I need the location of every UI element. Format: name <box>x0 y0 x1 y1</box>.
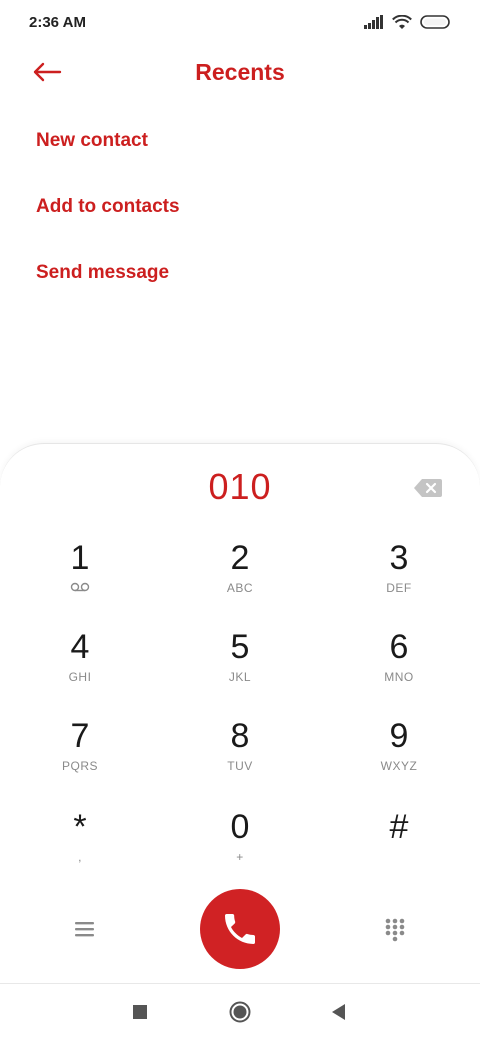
key-5[interactable]: 5 JKL <box>175 628 305 708</box>
key-digit: 9 <box>389 717 409 755</box>
phone-icon <box>225 914 255 944</box>
key-2[interactable]: 2 ABC <box>175 539 305 619</box>
dialed-number: 010 <box>208 466 272 507</box>
key-9[interactable]: 9 WXYZ <box>334 717 464 797</box>
home-circle-icon <box>229 1001 251 1023</box>
key-digit: 1 <box>70 539 90 577</box>
key-digit: 3 <box>389 539 409 577</box>
key-6[interactable]: 6 MNO <box>334 628 464 708</box>
key-1[interactable]: 1 <box>15 539 145 619</box>
add-to-contacts-link[interactable]: Add to contacts <box>36 186 456 252</box>
key-hash[interactable]: # <box>334 808 464 888</box>
key-letters: PQRS <box>61 759 98 773</box>
wifi-icon <box>392 14 412 29</box>
dial-pad-sheet: 010 1 2 ABC 3 DEF 4 GHI 5 JKL 6 MNO 7 PQ… <box>0 443 480 983</box>
dialer-bottom-row <box>0 889 480 969</box>
back-nav-button[interactable] <box>327 1000 351 1024</box>
key-letters: + <box>236 850 244 864</box>
key-letters: TUV <box>227 759 253 773</box>
key-letters: JKL <box>228 670 252 684</box>
square-icon <box>133 1005 147 1019</box>
battery-icon <box>420 15 450 29</box>
key-digit: # <box>389 808 409 846</box>
key-4[interactable]: 4 GHI <box>15 628 145 708</box>
key-star[interactable]: * , <box>15 808 145 888</box>
status-bar: 2:36 AM <box>0 0 480 44</box>
header: Recents <box>0 48 480 96</box>
key-letters: GHI <box>68 670 92 684</box>
call-button[interactable] <box>200 889 280 969</box>
key-digit: 2 <box>230 539 250 577</box>
backspace-icon <box>414 479 442 497</box>
key-letters: , <box>78 850 82 864</box>
key-digit: 7 <box>70 717 90 755</box>
key-digit: 4 <box>70 628 90 666</box>
back-button[interactable] <box>30 56 64 88</box>
new-contact-link[interactable]: New contact <box>36 120 456 186</box>
key-digit: 8 <box>230 717 250 755</box>
key-letters: ABC <box>226 581 254 595</box>
key-digit: 6 <box>389 628 409 666</box>
status-time: 2:36 AM <box>29 13 86 31</box>
key-letters: MNO <box>384 670 414 684</box>
voicemail-icon <box>70 581 90 595</box>
keypad-icon <box>385 918 405 942</box>
home-nav-button[interactable] <box>228 1000 252 1024</box>
key-digit: 5 <box>230 628 250 666</box>
key-letters: DEF <box>386 581 412 595</box>
status-icons <box>364 14 452 30</box>
key-digit: 0 <box>230 808 250 846</box>
page-title: Recents <box>195 58 285 85</box>
back-arrow-icon <box>33 62 62 82</box>
key-3[interactable]: 3 DEF <box>334 539 464 619</box>
key-0[interactable]: 0 + <box>175 808 305 888</box>
key-digit: * <box>73 808 87 846</box>
key-letters: WXYZ <box>380 759 418 773</box>
menu-button[interactable] <box>70 917 100 941</box>
triangle-back-icon <box>332 1004 345 1020</box>
system-nav-bar <box>0 983 480 1040</box>
signal-icon <box>364 15 383 29</box>
menu-icon <box>75 922 94 937</box>
key-7[interactable]: 7 PQRS <box>15 717 145 797</box>
send-message-link[interactable]: Send message <box>36 252 456 318</box>
actions-list: New contact Add to contacts Send message <box>36 120 456 318</box>
keypad-toggle-button[interactable] <box>384 917 406 943</box>
backspace-button[interactable] <box>414 478 442 498</box>
recents-nav-button[interactable] <box>128 1000 152 1024</box>
key-8[interactable]: 8 TUV <box>175 717 305 797</box>
